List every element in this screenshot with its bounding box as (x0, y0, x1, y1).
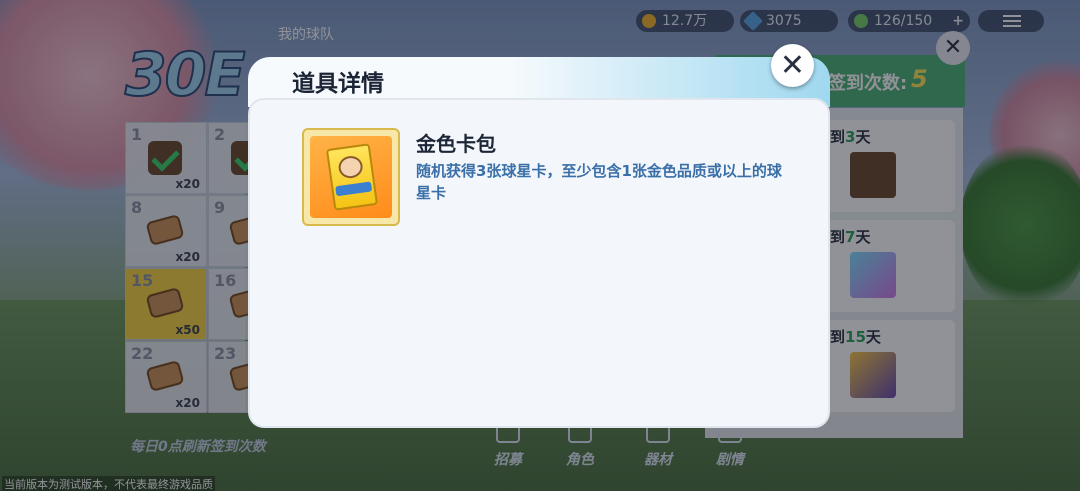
item-name: 金色卡包 (416, 132, 496, 156)
item-description: 随机获得3张球星卡，至少包含1张金色品质或以上的球星卡 (416, 162, 782, 202)
close-modal-button[interactable]: ✕ (771, 44, 814, 87)
item-icon-frame (302, 128, 400, 226)
gold-card-pack-icon (325, 143, 379, 211)
modal-title: 道具详情 (292, 71, 384, 97)
